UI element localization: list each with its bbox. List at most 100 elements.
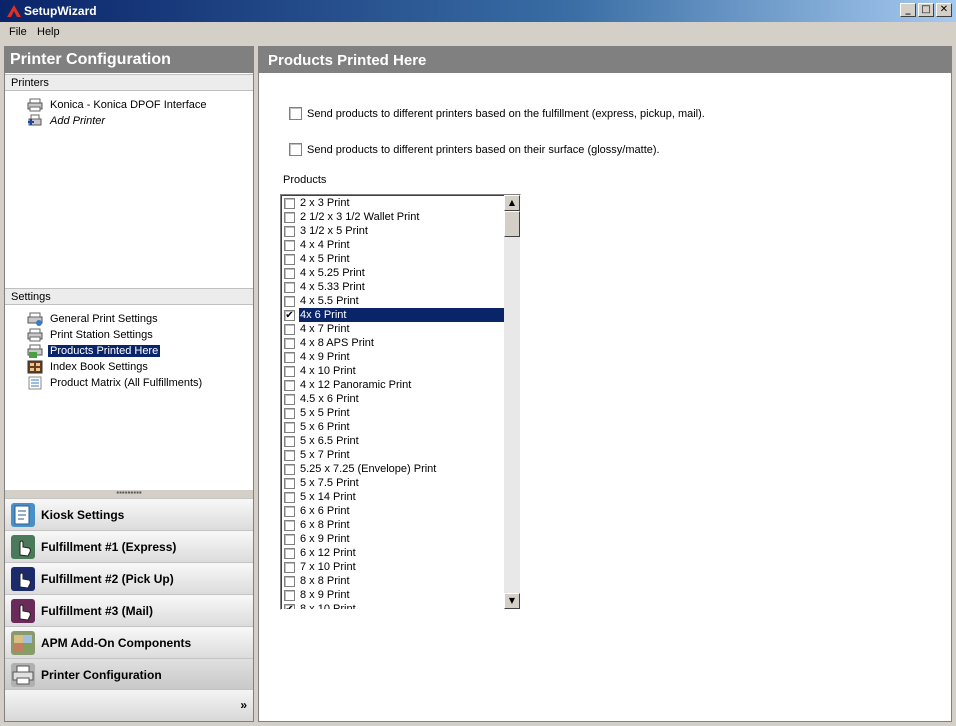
product-list-item[interactable]: 4 x 7 Print <box>283 322 505 336</box>
product-list-item[interactable]: 4 x 5 Print <box>283 252 505 266</box>
product-checkbox[interactable] <box>284 211 295 223</box>
product-list-item[interactable]: 4 x 5.25 Print <box>283 266 505 280</box>
product-checkbox[interactable] <box>284 477 295 489</box>
product-list-item[interactable]: 2 x 3 Print <box>283 196 505 210</box>
scroll-thumb[interactable] <box>504 211 520 237</box>
product-checkbox[interactable] <box>284 267 295 279</box>
product-label: 2 1/2 x 3 1/2 Wallet Print <box>300 211 420 223</box>
product-list-item[interactable]: 8 x 9 Print <box>283 588 505 602</box>
product-checkbox[interactable] <box>284 393 295 405</box>
chevron-expand-icon[interactable]: » <box>240 698 247 712</box>
nav-printer-configuration[interactable]: Printer Configuration <box>5 658 253 690</box>
hand-mail-icon <box>11 598 35 623</box>
nav-label: Fulfillment #3 (Mail) <box>41 603 154 618</box>
product-checkbox[interactable]: ✔ <box>284 309 295 321</box>
settings-section-header: Settings <box>5 288 253 305</box>
product-checkbox[interactable] <box>284 575 295 587</box>
product-list-item[interactable]: 5 x 6.5 Print <box>283 434 505 448</box>
product-checkbox[interactable] <box>284 491 295 503</box>
product-label: 4x 6 Print <box>299 308 505 322</box>
product-checkbox[interactable] <box>284 225 295 237</box>
product-list-item[interactable]: ✔ 4x 6 Print <box>283 308 505 322</box>
product-checkbox[interactable] <box>284 379 295 391</box>
product-checkbox[interactable] <box>284 323 295 335</box>
nav-kiosk-settings[interactable]: Kiosk Settings <box>5 498 253 530</box>
products-scrollbar[interactable]: ▲ ▼ <box>504 195 520 609</box>
product-list-item[interactable]: 5 x 5 Print <box>283 406 505 420</box>
product-label: 8 x 9 Print <box>300 589 350 601</box>
product-checkbox[interactable] <box>284 421 295 433</box>
product-list-item[interactable]: 4 x 8 APS Print <box>283 336 505 350</box>
product-checkbox[interactable] <box>284 197 295 209</box>
nav-apm-add-on-components[interactable]: APM Add-On Components <box>5 626 253 658</box>
product-checkbox[interactable] <box>284 253 295 265</box>
products-list: 2 x 3 Print 2 1/2 x 3 1/2 Wallet Print 3 1… <box>283 196 505 609</box>
product-list-item[interactable]: 5 x 14 Print <box>283 490 505 504</box>
product-checkbox[interactable] <box>284 519 295 531</box>
product-checkbox[interactable] <box>284 239 295 251</box>
menu-file[interactable]: File <box>9 26 27 38</box>
product-label: 5 x 14 Print <box>300 491 356 503</box>
tree-item-index-book-settings[interactable]: Index Book Settings <box>27 359 150 375</box>
tree-item-konica-printer[interactable]: Konica - Konica DPOF Interface <box>27 97 209 113</box>
product-checkbox[interactable] <box>284 449 295 461</box>
product-list-item[interactable]: 3 1/2 x 5 Print <box>283 224 505 238</box>
product-checkbox[interactable] <box>284 295 295 307</box>
product-list-item[interactable]: 4 x 10 Print <box>283 364 505 378</box>
product-checkbox[interactable] <box>284 589 295 601</box>
tree-item-print-station-settings[interactable]: Print Station Settings <box>27 327 155 343</box>
product-list-item[interactable]: 2 1/2 x 3 1/2 Wallet Print <box>283 210 505 224</box>
product-list-item[interactable]: 6 x 8 Print <box>283 518 505 532</box>
tree-item-products-printed-here[interactable]: Products Printed Here <box>27 343 161 359</box>
products-listbox[interactable]: 2 x 3 Print 2 1/2 x 3 1/2 Wallet Print 3 1… <box>280 194 521 610</box>
product-checkbox[interactable] <box>284 365 295 377</box>
product-checkbox[interactable] <box>284 351 295 363</box>
product-checkbox[interactable] <box>284 561 295 573</box>
menu-help[interactable]: Help <box>37 26 60 38</box>
tree-item-product-matrix[interactable]: Product Matrix (All Fulfillments) <box>27 375 204 391</box>
close-button[interactable]: ✕ <box>936 3 952 17</box>
product-checkbox[interactable] <box>284 337 295 349</box>
product-list-item[interactable]: 5 x 7 Print <box>283 448 505 462</box>
product-list-item[interactable]: 5 x 6 Print <box>283 420 505 434</box>
product-label: 5 x 7 Print <box>300 449 350 461</box>
product-list-item[interactable]: 4 x 4 Print <box>283 238 505 252</box>
product-list-item[interactable]: ✔ 8 x 10 Print <box>283 602 505 609</box>
maximize-button[interactable]: □ <box>918 3 934 17</box>
product-checkbox[interactable]: ✔ <box>284 603 295 609</box>
product-checkbox[interactable] <box>284 435 295 447</box>
nav-fulfillment-express[interactable]: Fulfillment #1 (Express) <box>5 530 253 562</box>
tree-item-add-printer[interactable]: Add Printer <box>27 113 107 129</box>
product-list-item[interactable]: 7 x 10 Print <box>283 560 505 574</box>
product-list-item[interactable]: 6 x 12 Print <box>283 546 505 560</box>
product-list-item[interactable]: 6 x 6 Print <box>283 504 505 518</box>
product-checkbox[interactable] <box>284 407 295 419</box>
settings-printer-icon <box>27 312 43 326</box>
product-checkbox[interactable] <box>284 281 295 293</box>
product-label: 4 x 5 Print <box>300 253 350 265</box>
minimize-button[interactable]: _ <box>900 3 916 17</box>
product-checkbox[interactable] <box>284 505 295 517</box>
product-list-item[interactable]: 5.25 x 7.25 (Envelope) Print <box>283 462 505 476</box>
product-checkbox[interactable] <box>284 463 295 475</box>
product-list-item[interactable]: 8 x 8 Print <box>283 574 505 588</box>
tree-item-general-print-settings[interactable]: General Print Settings <box>27 311 160 327</box>
panel-splitter[interactable]: ▪▪▪▪▪▪▪▪▪ <box>5 489 253 498</box>
product-list-item[interactable]: 6 x 9 Print <box>283 532 505 546</box>
product-checkbox[interactable] <box>284 533 295 545</box>
product-checkbox[interactable] <box>284 547 295 559</box>
nav-fulfillment-pickup[interactable]: Fulfillment #2 (Pick Up) <box>5 562 253 594</box>
left-panel-title: Printer Configuration <box>5 47 253 73</box>
scroll-down-button[interactable]: ▼ <box>504 593 520 609</box>
surface-routing-checkbox[interactable] <box>289 143 302 156</box>
fulfillment-routing-checkbox[interactable] <box>289 107 302 120</box>
nav-fulfillment-mail[interactable]: Fulfillment #3 (Mail) <box>5 594 253 626</box>
product-list-item[interactable]: 5 x 7.5 Print <box>283 476 505 490</box>
product-label: 5.25 x 7.25 (Envelope) Print <box>300 463 437 475</box>
product-list-item[interactable]: 4.5 x 6 Print <box>283 392 505 406</box>
product-list-item[interactable]: 4 x 12 Panoramic Print <box>283 378 505 392</box>
product-list-item[interactable]: 4 x 5.33 Print <box>283 280 505 294</box>
product-list-item[interactable]: 4 x 9 Print <box>283 350 505 364</box>
product-list-item[interactable]: 4 x 5.5 Print <box>283 294 505 308</box>
scroll-up-button[interactable]: ▲ <box>504 195 520 211</box>
